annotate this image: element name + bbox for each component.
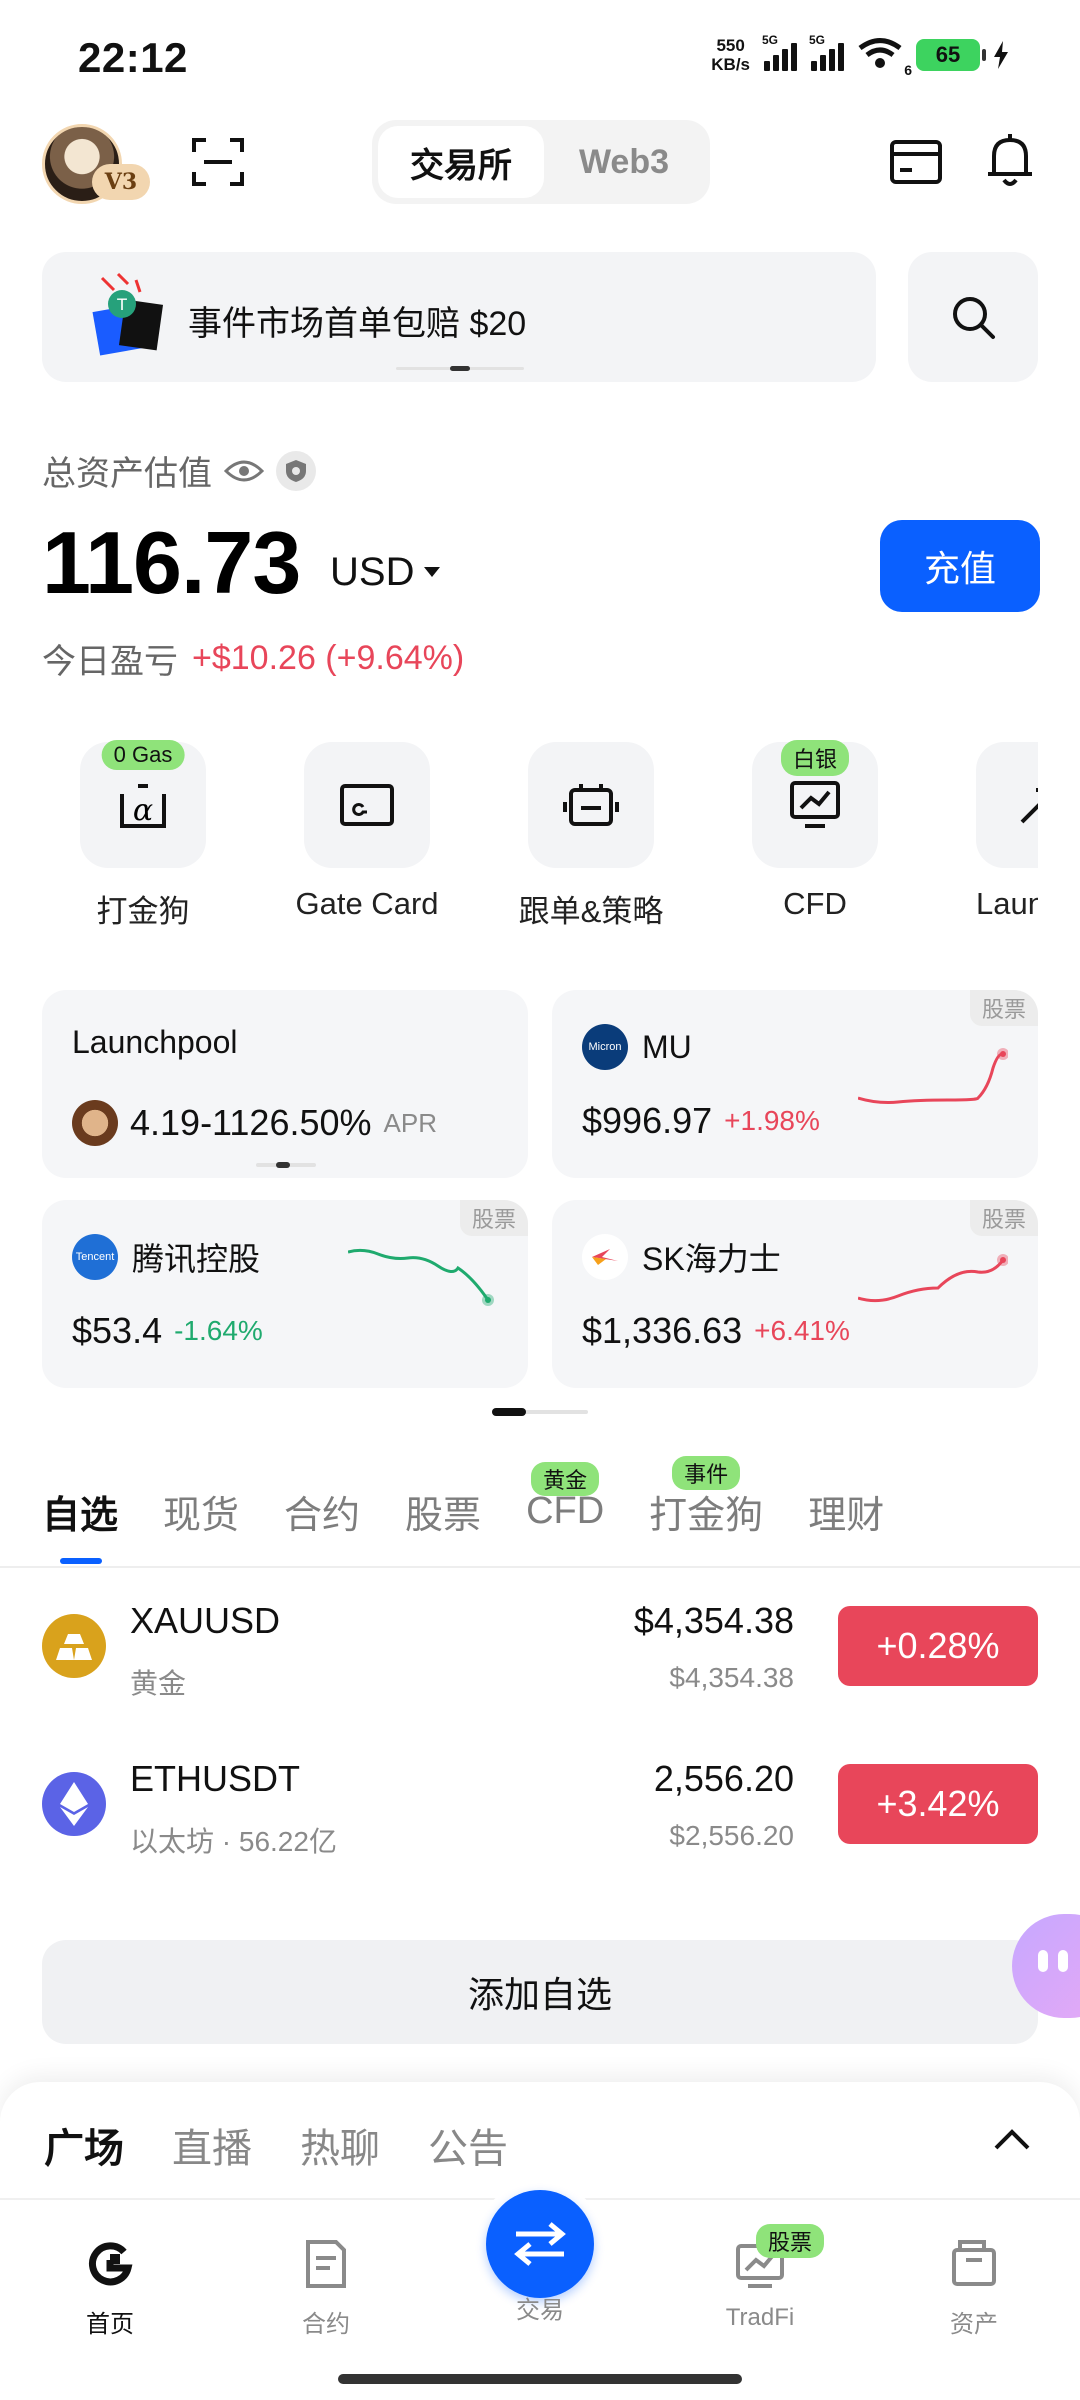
currency-selector[interactable]: USD	[330, 550, 441, 595]
search-icon	[953, 297, 995, 339]
nav-trade-label[interactable]: 交易	[470, 2290, 610, 2325]
promo-text: 事件市场首单包赔 $20	[188, 305, 527, 343]
tab-favorites[interactable]: 自选	[42, 1484, 118, 1539]
fiat-price: $2,556.20	[669, 1820, 794, 1851]
stocks-badge: 股票	[756, 2224, 825, 2258]
svg-text:α: α	[133, 793, 153, 828]
tab-dajingou[interactable]: 打金狗 事件	[649, 1456, 763, 1539]
banner-pagination	[396, 366, 524, 371]
fiat-price: $4,354.38	[669, 1662, 794, 1693]
event-badge: 事件	[672, 1456, 741, 1490]
quick-action-dajingou[interactable]: α 0 Gas 打金狗	[80, 740, 206, 929]
sparkline-chart	[348, 1248, 494, 1306]
symbol: XAUUSD	[130, 1600, 281, 1641]
feed-tabs: 广场 直播 热聊 公告	[44, 2116, 556, 2174]
svg-text:T: T	[116, 295, 127, 314]
home-icon	[89, 2242, 133, 2286]
ethereum-icon	[42, 1772, 106, 1836]
status-time: 22:12	[78, 34, 188, 81]
tab-stocks[interactable]: 股票	[405, 1484, 481, 1539]
silver-badge: 白银	[780, 740, 850, 776]
exchange-web3-switch: 交易所 Web3	[372, 120, 710, 204]
sparkline-chart	[858, 1254, 1008, 1303]
gas-badge: 0 Gas	[101, 740, 185, 770]
total-balance: 116.73	[42, 513, 301, 612]
market-tabs: 自选 现货 合约 股票 CFD 黄金 打金狗 事件 理财	[42, 1456, 929, 1539]
net-speed: 550 KB/s	[711, 36, 750, 74]
cards-pagination	[492, 1408, 588, 1416]
wifi-icon: 6	[858, 37, 912, 78]
trade-button[interactable]	[486, 2190, 594, 2298]
status-icons: 550 KB/s 5G 5G 6 65	[711, 33, 1008, 78]
feed-tab-square[interactable]: 广场	[44, 2116, 124, 2174]
launchpool-card[interactable]: Launchpool 4.19-1126.50% APR	[42, 990, 528, 1178]
nav-futures[interactable]: 合约	[256, 2238, 396, 2339]
shield-icon[interactable]	[276, 450, 316, 491]
nav-home[interactable]: 首页	[40, 2238, 180, 2339]
card-icon	[340, 784, 394, 826]
wallet-card-icon[interactable]	[890, 140, 942, 184]
quick-action-launch[interactable]: Launc	[976, 742, 1038, 932]
swap-arrows-icon	[514, 2222, 566, 2266]
charging-icon	[994, 41, 1008, 69]
change-badge[interactable]: +3.42%	[838, 1764, 1038, 1844]
signal-icon: 5G	[762, 33, 797, 71]
last-price: $4,354.38	[633, 1600, 794, 1641]
active-tab-indicator	[60, 1558, 102, 1564]
tab-exchange[interactable]: 交易所	[378, 126, 544, 198]
signal-icon: 5G	[809, 33, 844, 71]
futures-doc-icon	[306, 2240, 346, 2288]
search-button[interactable]	[908, 252, 1038, 382]
tab-earn[interactable]: 理财	[808, 1484, 884, 1539]
quick-action-copy-trading[interactable]: 跟单&策略	[519, 742, 663, 929]
vip-level-badge: V3	[92, 164, 150, 200]
gold-icon	[42, 1614, 106, 1678]
eye-icon[interactable]	[224, 457, 264, 485]
today-pnl: 今日盈亏 +$10.26 (+9.64%)	[42, 639, 465, 681]
tencent-logo: Tencent	[72, 1234, 118, 1280]
asset-name: 以太坊 · 56.22亿	[130, 1826, 337, 1857]
launch-icon	[1020, 788, 1038, 824]
change-badge[interactable]: +0.28%	[838, 1606, 1038, 1686]
stock-card-mu[interactable]: 股票 Micron MU $996.97 +1.98%	[552, 990, 1038, 1178]
stock-card-tencent[interactable]: 股票 Tencent 腾讯控股 $53.4 -1.64%	[42, 1200, 528, 1388]
card-pagination	[256, 1162, 316, 1168]
tab-web3[interactable]: Web3	[544, 126, 704, 198]
total-assets-label-row: 总资产估值	[42, 446, 316, 495]
caret-down-icon	[424, 566, 441, 577]
bell-icon[interactable]	[984, 132, 1036, 188]
promo-image: T	[92, 272, 164, 356]
sparkline-chart	[858, 1048, 1008, 1104]
home-indicator	[338, 2374, 742, 2384]
gold-badge: 黄金	[531, 1462, 600, 1496]
deposit-button[interactable]: 充值	[880, 520, 1040, 612]
feed-tab-announcements[interactable]: 公告	[428, 2116, 508, 2174]
asset-name: 黄金	[130, 1668, 187, 1699]
robot-icon	[563, 784, 619, 826]
scan-icon[interactable]	[192, 136, 244, 188]
micron-logo: Micron	[582, 1024, 628, 1070]
token-avatar	[72, 1100, 118, 1146]
last-price: 2,556.20	[653, 1758, 794, 1799]
wallet-icon	[952, 2240, 996, 2286]
tab-spot[interactable]: 现货	[163, 1484, 239, 1539]
feed-tab-hot-chat[interactable]: 热聊	[300, 2116, 380, 2174]
alpha-icon: α	[120, 784, 166, 828]
chart-monitor-icon	[790, 781, 840, 828]
chevron-up-icon[interactable]	[992, 2124, 1032, 2154]
stock-card-sk-hynix[interactable]: 股票 SK海力士 $1,336.63 +6.41%	[552, 1200, 1038, 1388]
divider	[0, 1566, 1080, 1568]
tab-futures[interactable]: 合约	[284, 1484, 360, 1539]
quick-action-gate-card[interactable]: Gate Card	[295, 742, 439, 921]
nav-assets[interactable]: 资产	[904, 2238, 1044, 2339]
feed-tab-live[interactable]: 直播	[172, 2116, 252, 2174]
tab-cfd[interactable]: CFD 黄金	[526, 1462, 604, 1533]
battery-icon: 65	[916, 39, 986, 71]
quick-action-cfd[interactable]: 白银 CFD	[752, 740, 878, 921]
symbol: ETHUSDT	[130, 1758, 300, 1799]
add-to-watchlist-button[interactable]: 添加自选	[42, 1940, 1038, 2044]
sk-hynix-logo	[582, 1234, 628, 1280]
